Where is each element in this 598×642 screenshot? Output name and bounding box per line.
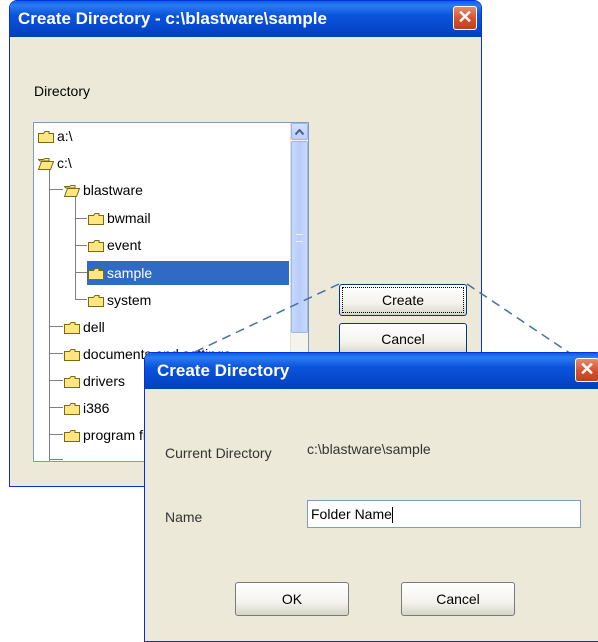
tree-item-label: i386 (83, 400, 110, 416)
tree-item-label: a:\ (57, 128, 73, 144)
tree-connector (49, 459, 63, 460)
tree-connector (75, 245, 87, 246)
tree-item-i386[interactable]: i386 (64, 397, 109, 419)
tree-item-c-drive[interactable]: c:\ (38, 152, 72, 174)
name-label: Name (165, 509, 202, 525)
current-directory-label: Current Directory (165, 445, 272, 461)
open-folder-icon (64, 185, 80, 198)
tree-item-label: dell (83, 319, 105, 335)
sub-cancel-button[interactable]: Cancel (401, 582, 515, 616)
tree-item-label: blastware (83, 182, 143, 198)
ok-button[interactable]: OK (235, 582, 349, 616)
tree-item-event[interactable]: event (88, 234, 141, 256)
folder-icon (64, 430, 80, 443)
sub-dialog-title-bar: Create Directory (145, 353, 598, 389)
tree-item-label: system (107, 292, 152, 308)
tree-connector (49, 161, 50, 461)
scroll-up-icon (294, 128, 305, 136)
folder-icon (64, 322, 80, 335)
main-dialog-title: Create Directory - c:\blastware\sample (18, 9, 327, 28)
thumb-grip (296, 234, 303, 242)
tree-item-sample[interactable]: sample (88, 262, 152, 284)
tree-item-a-drive[interactable]: a:\ (38, 125, 73, 147)
name-input[interactable]: Folder Name (307, 500, 581, 528)
open-folder-icon (38, 158, 54, 171)
folder-icon (64, 349, 80, 362)
tree-item-label: c:\ (57, 155, 72, 171)
current-directory-value: c:\blastware\sample (307, 441, 431, 457)
name-input-value: Folder Name (311, 506, 392, 522)
ok-button-label: OK (281, 591, 303, 607)
folder-icon (88, 213, 104, 226)
tree-connector (49, 326, 63, 327)
tree-connector (75, 218, 87, 219)
scroll-up-button[interactable] (291, 123, 308, 140)
folder-icon (88, 268, 104, 281)
tree-item-system[interactable]: system (88, 289, 151, 311)
main-dialog-close-button[interactable]: ✕ (453, 6, 477, 30)
tree-connector (49, 407, 63, 408)
tree-item-blastware[interactable]: blastware (64, 179, 143, 201)
directory-label: Directory (34, 83, 90, 99)
name-label-text: Name (165, 509, 203, 525)
tree-connector (49, 189, 63, 190)
tree-item-dell[interactable]: dell (64, 316, 105, 338)
create-button[interactable]: Create (339, 284, 467, 316)
create-directory-sub-dialog: Create Directory ✕ Current Directory c:\… (144, 352, 598, 642)
tree-connector (49, 380, 63, 381)
tree-item-drivers[interactable]: drivers (64, 370, 125, 392)
tree-connector (75, 272, 87, 273)
folder-icon (88, 240, 104, 253)
scrollbar-thumb[interactable] (291, 141, 308, 333)
folder-icon (64, 403, 80, 416)
current-directory-value-text: c:\blastware\sample (307, 441, 431, 457)
tree-item-label: sample (107, 265, 153, 281)
folder-icon (88, 295, 104, 308)
cancel-button[interactable]: Cancel (339, 323, 467, 355)
tree-connector (75, 299, 87, 300)
tree-connector (49, 434, 63, 435)
text-cursor (391, 507, 393, 524)
folder-icon (38, 131, 54, 144)
cancel-button-label: Cancel (381, 331, 425, 347)
tree-item-label: bwmail (107, 210, 151, 226)
tree-item-bwmail[interactable]: bwmail (88, 207, 151, 229)
directory-label-text: Directory (34, 83, 91, 99)
sub-cancel-button-label: Cancel (436, 591, 480, 607)
sub-dialog-title: Create Directory (157, 361, 290, 380)
tree-connector (49, 353, 63, 354)
close-icon: ✕ (579, 359, 595, 379)
main-dialog-title-bar: Create Directory - c:\blastware\sample (10, 1, 481, 37)
tree-item-label: drivers (83, 373, 126, 389)
sub-dialog-close-button[interactable]: ✕ (575, 358, 598, 382)
create-button-label: Create (381, 292, 425, 308)
folder-icon (64, 376, 80, 389)
tree-item-label: event (107, 237, 142, 253)
current-directory-label-text: Current Directory (165, 445, 272, 461)
close-icon: ✕ (457, 7, 473, 27)
